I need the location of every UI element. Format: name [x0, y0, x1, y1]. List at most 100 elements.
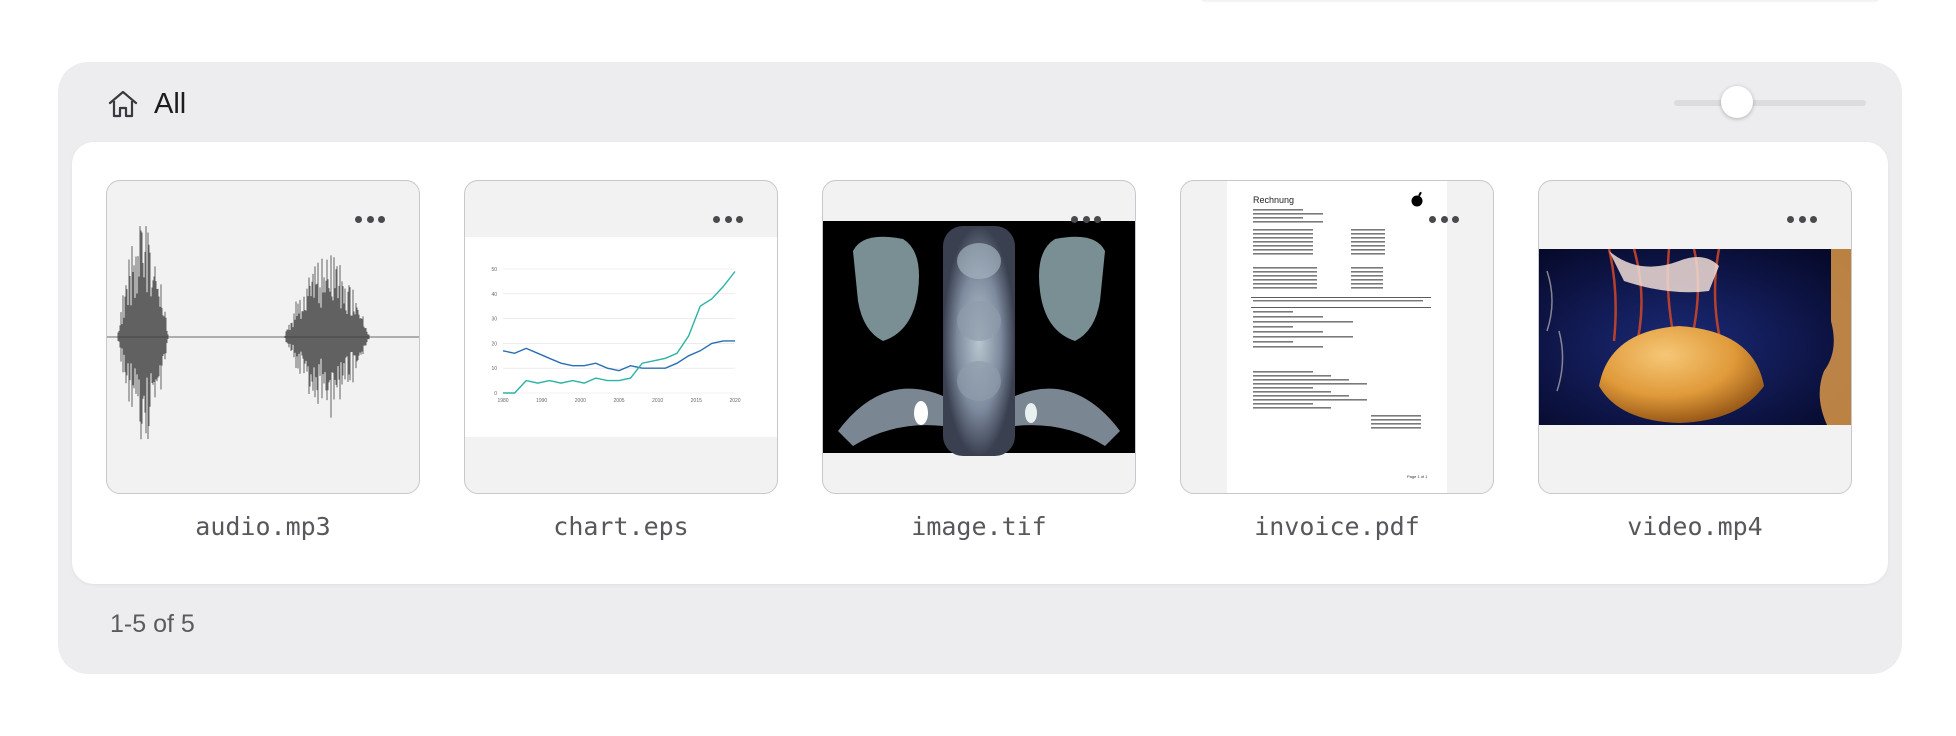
document-text-line [1351, 275, 1383, 277]
file-thumbnail[interactable] [822, 180, 1136, 494]
slider-track[interactable] [1674, 100, 1866, 106]
document-text-line [1253, 271, 1317, 273]
document-text-line [1253, 253, 1313, 255]
document-text-line [1253, 336, 1353, 338]
invoice-heading: Rechnung [1253, 195, 1294, 205]
document-text-line [1253, 331, 1323, 333]
top-edge-ghost [1200, 0, 1880, 2]
file-name[interactable]: video.mp4 [1538, 512, 1852, 541]
document-text-line [1371, 419, 1421, 421]
document-text-line [1253, 241, 1313, 243]
file-name[interactable]: chart.eps [464, 512, 778, 541]
document-text-line [1253, 375, 1331, 377]
chart-x-tick: 2015 [691, 398, 702, 404]
chart-x-tick: 2005 [613, 398, 624, 404]
document-preview: Rechnung Page 1 of 1 [1227, 181, 1447, 493]
breadcrumb-title: All [154, 87, 187, 120]
document-text-line [1253, 341, 1293, 343]
document-text-line [1253, 283, 1317, 285]
document-text-line [1371, 423, 1421, 425]
document-text-line [1351, 241, 1385, 243]
document-text-line [1253, 213, 1323, 215]
file-thumbnail[interactable] [106, 180, 420, 494]
document-text-line [1253, 407, 1331, 409]
file-browser-panel: All audio.mp3 0 10 20 30 40 50 1980 1990 2000 200… [58, 62, 1902, 674]
file-name[interactable]: image.tif [822, 512, 1136, 541]
document-text-line [1253, 209, 1303, 211]
document-text-line [1253, 346, 1323, 348]
document-text-line [1253, 300, 1423, 302]
document-text-line [1371, 415, 1421, 417]
document-text-line [1351, 253, 1385, 255]
home-icon [108, 90, 138, 118]
document-text-line [1253, 233, 1313, 235]
document-text-line [1253, 321, 1353, 323]
chart-x-tick: 1980 [497, 398, 508, 404]
ct-scan-preview [823, 221, 1135, 456]
more-options-icon[interactable] [355, 215, 385, 223]
document-text-line [1251, 297, 1431, 298]
more-options-icon[interactable] [713, 215, 743, 223]
document-text-line [1253, 399, 1367, 401]
waveform-preview [107, 226, 419, 440]
document-text-line [1351, 279, 1383, 281]
document-text-line [1253, 395, 1349, 397]
document-text-line [1253, 326, 1293, 328]
file-item-chart[interactable]: 0 10 20 30 40 50 1980 1990 2000 2005 2010 2015 2020 … [464, 180, 778, 541]
file-thumbnail[interactable] [1538, 180, 1852, 494]
document-text-line [1253, 383, 1367, 385]
more-options-icon[interactable] [1429, 215, 1459, 223]
document-text-line [1251, 307, 1431, 308]
document-text-line [1351, 233, 1385, 235]
document-text-line [1253, 371, 1313, 373]
file-thumbnail[interactable]: Rechnung Page 1 of 1 [1180, 180, 1494, 494]
file-item-video[interactable]: video.mp4 [1538, 180, 1852, 541]
document-text-line [1351, 267, 1383, 269]
chart-x-tick: 2010 [652, 398, 663, 404]
file-item-audio[interactable]: audio.mp3 [106, 180, 420, 541]
document-text-line [1351, 229, 1385, 231]
chart-preview: 0 10 20 30 40 50 1980 1990 2000 2005 2010 2015 2020 [465, 237, 777, 437]
document-text-line [1253, 316, 1323, 318]
file-thumbnail[interactable]: 0 10 20 30 40 50 1980 1990 2000 2005 2010 2015 2020 [464, 180, 778, 494]
invoice-page-label: Page 1 of 1 [1407, 474, 1428, 479]
chart-y-tick: 20 [491, 341, 497, 347]
file-grid: audio.mp3 0 10 20 30 40 50 1980 1990 2000 2005 201… [72, 142, 1888, 584]
chart-y-tick: 50 [491, 267, 497, 273]
document-text-line [1351, 283, 1383, 285]
document-text-line [1351, 271, 1383, 273]
document-text-line [1351, 249, 1385, 251]
document-text-line [1351, 287, 1383, 289]
file-name[interactable]: audio.mp3 [106, 512, 420, 541]
document-text-line [1253, 221, 1323, 223]
document-text-line [1351, 237, 1385, 239]
pagination-count: 1-5 of 5 [110, 610, 195, 638]
document-text-line [1253, 391, 1331, 393]
chart-x-tick: 2000 [575, 398, 586, 404]
file-item-invoice[interactable]: Rechnung Page 1 of 1 invoice.pdf [1180, 180, 1494, 541]
more-options-icon[interactable] [1787, 215, 1817, 223]
chart-x-tick: 2020 [729, 398, 740, 404]
breadcrumb[interactable]: All [106, 82, 186, 126]
document-text-line [1253, 217, 1303, 219]
document-text-line [1253, 245, 1313, 247]
file-item-image[interactable]: image.tif [822, 180, 1136, 541]
document-text-line [1351, 245, 1385, 247]
document-text-line [1253, 267, 1317, 269]
more-options-icon[interactable] [1071, 215, 1101, 223]
document-text-line [1253, 311, 1293, 313]
document-text-line [1253, 379, 1349, 381]
chart-y-tick: 10 [491, 366, 497, 372]
chart-y-tick: 40 [491, 292, 497, 298]
document-text-line [1371, 427, 1421, 429]
document-text-line [1253, 229, 1313, 231]
document-text-line [1253, 279, 1317, 281]
document-text-line [1253, 249, 1313, 251]
slider-thumb[interactable] [1721, 86, 1754, 118]
file-name[interactable]: invoice.pdf [1180, 512, 1494, 541]
chart-y-tick: 30 [491, 317, 497, 323]
thumbnail-size-slider[interactable] [1674, 86, 1866, 118]
chart-y-tick: 0 [494, 391, 497, 397]
document-text-line [1253, 403, 1313, 405]
document-text-line [1253, 275, 1317, 277]
